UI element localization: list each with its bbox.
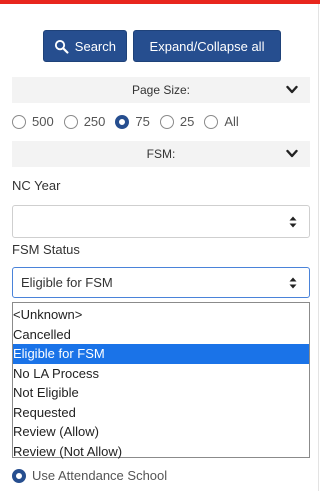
search-button[interactable]: Search <box>43 30 127 62</box>
use-attendance-school-radio[interactable] <box>12 468 26 483</box>
fsm-section-header[interactable]: FSM: <box>12 141 310 167</box>
page-size-option-500[interactable]: 500 <box>12 114 54 129</box>
use-attendance-school-label: Use Attendance School <box>32 468 168 483</box>
nc-year-select[interactable] <box>12 205 310 238</box>
option-label: Review (Not Allow) <box>13 443 123 459</box>
fsm-status-label: FSM Status <box>12 242 80 257</box>
option-label: Not Eligible <box>13 385 79 400</box>
dropdown-option[interactable]: Review (Allow) <box>13 422 309 442</box>
radio-label-75: 75 <box>135 114 150 129</box>
search-icon <box>54 39 69 54</box>
radio-label-all: All <box>224 114 239 129</box>
use-attendance-school-option[interactable]: Use Attendance School <box>12 468 167 483</box>
page-size-option-75[interactable]: 75 <box>115 114 150 129</box>
page-size-option-250[interactable]: 250 <box>63 114 106 129</box>
chevron-down-icon <box>286 149 298 158</box>
option-label: Eligible for FSM <box>13 346 105 361</box>
panel-border <box>318 4 319 491</box>
fsm-section-title: FSM: <box>146 147 176 161</box>
page-size-options: 500 250 75 25 All <box>12 114 249 129</box>
fsm-status-select[interactable]: Eligible for FSM <box>12 267 310 298</box>
dropdown-option[interactable]: Review (Not Allow) <box>13 442 309 462</box>
expand-collapse-button[interactable]: Expand/Collapse all <box>133 30 281 62</box>
page-size-title: Page Size: <box>131 83 191 97</box>
dropdown-option[interactable]: <Unknown> <box>13 305 309 325</box>
nc-year-label: NC Year <box>12 178 61 193</box>
fsm-status-dropdown-list[interactable]: <Unknown> Cancelled Eligible for FSM No … <box>12 302 310 459</box>
option-label: No LA Process <box>13 365 99 381</box>
page-size-option-all[interactable]: All <box>204 114 239 129</box>
radio-label-500: 500 <box>32 114 54 129</box>
expand-collapse-label: Expand/Collapse all <box>149 38 265 54</box>
page-size-option-25[interactable]: 25 <box>159 114 195 129</box>
radio-label-25: 25 <box>179 114 195 129</box>
dropdown-option[interactable]: Requested <box>13 403 309 423</box>
select-arrows-icon <box>289 216 297 228</box>
top-accent-bar <box>0 0 320 4</box>
radio-25[interactable] <box>159 114 174 129</box>
option-label: <Unknown> <box>13 307 83 322</box>
page-size-section-header[interactable]: Page Size: <box>12 77 310 103</box>
option-label: Requested <box>13 404 76 420</box>
option-label: Review (Allow) <box>13 424 99 439</box>
search-button-label: Search <box>74 38 116 54</box>
toolbar: Search Expand/Collapse all <box>43 30 281 62</box>
select-arrows-icon <box>289 277 297 289</box>
radio-label-250: 250 <box>83 114 106 129</box>
chevron-down-icon <box>286 85 298 94</box>
radio-all[interactable] <box>204 114 219 129</box>
radio-250[interactable] <box>63 114 78 129</box>
dropdown-option[interactable]: Not Eligible <box>13 383 309 403</box>
option-label: Cancelled <box>13 326 71 342</box>
fsm-status-value: Eligible for FSM <box>21 275 113 290</box>
radio-75[interactable] <box>115 114 130 129</box>
dropdown-option[interactable]: No LA Process <box>13 364 309 384</box>
dropdown-option[interactable]: Cancelled <box>13 325 309 345</box>
dropdown-option-selected[interactable]: Eligible for FSM <box>13 344 309 364</box>
radio-500[interactable] <box>12 114 26 129</box>
